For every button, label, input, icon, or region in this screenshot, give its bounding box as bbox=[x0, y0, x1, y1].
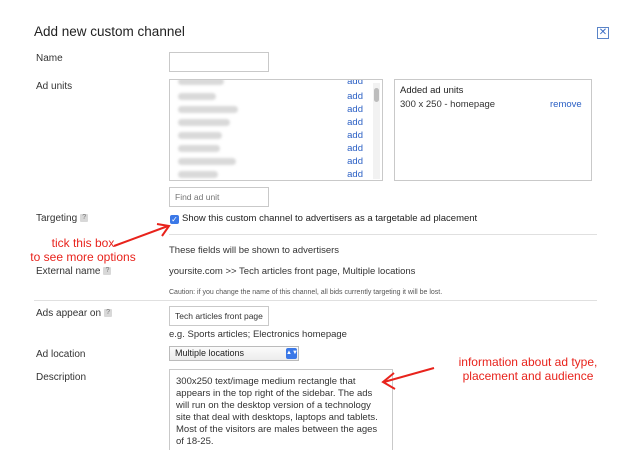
add-link[interactable]: add bbox=[347, 104, 363, 115]
add-link[interactable]: add bbox=[347, 91, 363, 102]
close-icon[interactable]: ✕ bbox=[597, 27, 609, 39]
remove-link[interactable]: remove bbox=[550, 99, 582, 110]
list-item: add bbox=[170, 117, 370, 130]
ad-units-label: Ad units bbox=[36, 81, 73, 92]
dialog-title: Add new custom channel bbox=[34, 24, 185, 39]
add-link[interactable]: add bbox=[347, 130, 363, 141]
annotation-arrow-targeting bbox=[113, 223, 171, 247]
help-icon[interactable]: ? bbox=[80, 214, 89, 223]
list-scrollbar[interactable] bbox=[373, 83, 380, 179]
ads-appear-on-label: Ads appear on? bbox=[36, 308, 113, 319]
list-item: add bbox=[170, 156, 370, 169]
divider bbox=[34, 300, 597, 301]
targeting-checkbox-label: Show this custom channel to advertisers … bbox=[182, 213, 478, 224]
add-link[interactable]: add bbox=[347, 156, 363, 167]
ad-location-selected: Multiple locations bbox=[175, 348, 245, 358]
add-link[interactable]: add bbox=[347, 117, 363, 128]
help-icon[interactable]: ? bbox=[103, 267, 112, 276]
help-icon[interactable]: ? bbox=[104, 309, 113, 318]
list-item: add bbox=[170, 91, 370, 104]
description-textarea[interactable]: 300x250 text/image medium rectangle that… bbox=[169, 369, 393, 450]
scroll-thumb[interactable] bbox=[374, 88, 379, 102]
ads-appear-on-input[interactable] bbox=[169, 306, 269, 326]
description-label: Description bbox=[36, 372, 87, 383]
add-link[interactable]: add bbox=[347, 143, 363, 154]
list-item: add bbox=[170, 130, 370, 143]
annotation-description: information about ad type, placement and… bbox=[458, 355, 598, 383]
targeting-label: Targeting? bbox=[36, 213, 89, 224]
find-ad-unit-input[interactable] bbox=[169, 187, 269, 207]
ads-appear-on-example: e.g. Sports articles; Electronics homepa… bbox=[169, 329, 347, 340]
name-input[interactable] bbox=[169, 52, 269, 72]
fields-note: These fields will be shown to advertiser… bbox=[169, 245, 340, 256]
external-name-label: External name? bbox=[36, 266, 112, 277]
added-ad-units-panel: Added ad units 300 x 250 - homepage remo… bbox=[394, 79, 592, 181]
add-link[interactable]: add bbox=[347, 169, 363, 180]
ad-location-select[interactable]: Multiple locations ▲▼ bbox=[169, 346, 299, 361]
added-ad-units-heading: Added ad units bbox=[400, 85, 464, 96]
ad-units-list[interactable]: add add add add add add add add bbox=[169, 79, 383, 181]
ad-location-label: Ad location bbox=[36, 349, 86, 360]
chevron-updown-icon: ▲▼ bbox=[286, 348, 298, 359]
list-item: add bbox=[170, 80, 370, 89]
divider bbox=[169, 234, 597, 235]
list-item: add bbox=[170, 104, 370, 117]
list-item: add bbox=[170, 143, 370, 156]
name-label: Name bbox=[36, 53, 63, 64]
annotation-arrow-description bbox=[381, 367, 435, 390]
external-name-caution: Caution: if you change the name of this … bbox=[169, 289, 443, 296]
add-link[interactable]: add bbox=[347, 80, 363, 87]
list-item: add bbox=[170, 169, 370, 180]
added-ad-unit-name: 300 x 250 - homepage bbox=[400, 99, 496, 110]
external-name-value: yoursite.com >> Tech articles front page… bbox=[169, 266, 416, 277]
